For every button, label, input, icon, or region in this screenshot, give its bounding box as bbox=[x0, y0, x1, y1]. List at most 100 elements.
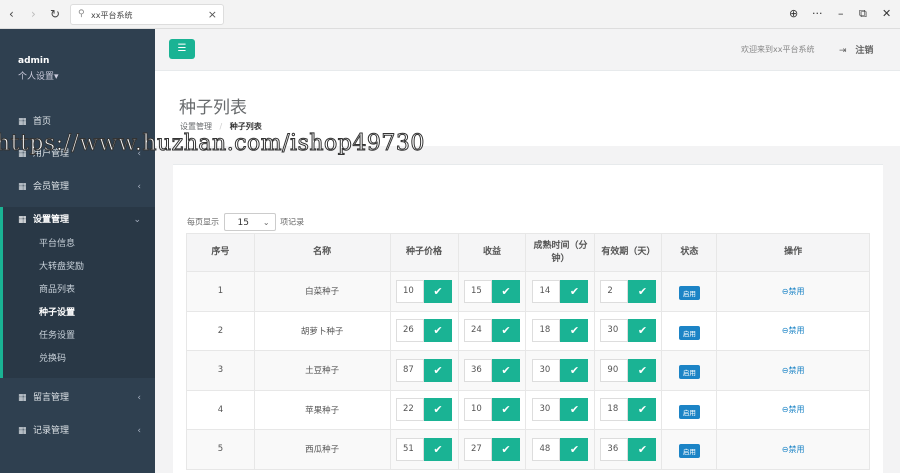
menu-item-settings[interactable]: ▦ 设置管理 ⌄ bbox=[0, 207, 155, 233]
confirm-check-button[interactable]: ✔ bbox=[491, 319, 520, 343]
table-cell: 30 ✔ bbox=[594, 310, 663, 351]
table-cell: 14 ✔ bbox=[525, 271, 596, 312]
confirm-check-button[interactable]: ✔ bbox=[628, 398, 657, 422]
valid-input[interactable]: 90 bbox=[600, 358, 629, 382]
status-badge: 启用 bbox=[678, 286, 700, 301]
valid-input[interactable]: 30 bbox=[600, 319, 629, 343]
valid-input-group: 36 ✔ bbox=[600, 437, 657, 461]
top-navbar: ☰ 欢迎来到xx平台系统 ⇥ 注销 bbox=[155, 29, 900, 71]
menu-item-messages[interactable]: ▦ 留言管理 ‹ bbox=[0, 387, 155, 409]
disable-button[interactable]: ⊖禁用 bbox=[782, 405, 805, 414]
confirm-check-button[interactable]: ✔ bbox=[560, 358, 589, 382]
user-settings-dropdown[interactable]: 个人设置▾ bbox=[18, 69, 59, 82]
confirm-check-button[interactable]: ✔ bbox=[560, 398, 589, 422]
confirm-check-button[interactable]: ✔ bbox=[424, 358, 453, 382]
menu-item-members[interactable]: ▦ 会员管理 ‹ bbox=[0, 176, 155, 198]
menu-item-records[interactable]: ▦ 记录管理 ‹ bbox=[0, 420, 155, 442]
table-cell: 22 ✔ bbox=[389, 389, 459, 430]
confirm-check-button[interactable]: ✔ bbox=[560, 279, 589, 303]
mature-input[interactable]: 30 bbox=[532, 358, 561, 382]
restore-button[interactable]: ⧉ bbox=[859, 7, 867, 21]
breadcrumb-parent[interactable]: 设置管理 bbox=[180, 122, 212, 131]
chevron-left-icon: ‹ bbox=[137, 149, 141, 159]
confirm-check-button[interactable]: ✔ bbox=[491, 398, 520, 422]
back-button[interactable]: ‹ bbox=[9, 7, 14, 21]
submenu-products[interactable]: 商品列表 bbox=[0, 279, 155, 302]
disable-button[interactable]: ⊖禁用 bbox=[782, 445, 805, 454]
income-input[interactable]: 36 bbox=[463, 358, 492, 382]
confirm-check-button[interactable]: ✔ bbox=[424, 279, 453, 303]
minimize-button[interactable]: – bbox=[838, 7, 844, 21]
submenu-label: 商品列表 bbox=[39, 285, 76, 295]
column-header[interactable]: 操作 bbox=[716, 233, 870, 272]
reload-button[interactable]: ↻ bbox=[50, 7, 60, 21]
confirm-check-button[interactable]: ✔ bbox=[560, 437, 589, 461]
disable-button[interactable]: ⊖禁用 bbox=[782, 366, 805, 375]
submenu-wheel-rewards[interactable]: 大转盘奖励 bbox=[0, 256, 155, 279]
column-header[interactable]: 收益 bbox=[457, 233, 527, 272]
column-header[interactable]: 成熟时间（分钟） bbox=[525, 233, 596, 272]
mature-input[interactable]: 48 bbox=[532, 437, 561, 461]
menu-item-home[interactable]: ▦ 首页 bbox=[0, 111, 155, 133]
page-heading: 种子列表 设置管理 / 种子列表 bbox=[155, 71, 900, 146]
mature-input[interactable]: 18 bbox=[532, 319, 561, 343]
grid-icon: ▦ bbox=[18, 426, 27, 436]
row-id: 3 bbox=[217, 365, 224, 376]
price-input[interactable]: 22 bbox=[396, 398, 425, 422]
mature-input[interactable]: 14 bbox=[532, 279, 561, 303]
window-close-button[interactable]: ✕ bbox=[882, 7, 891, 21]
logout-link[interactable]: ⇥ 注销 bbox=[839, 43, 873, 56]
column-header[interactable]: 状态 bbox=[661, 233, 718, 272]
address-bar[interactable]: ⚲ xx平台系统 × bbox=[70, 4, 224, 25]
income-input[interactable]: 24 bbox=[463, 319, 492, 343]
chevron-down-icon: ⌄ bbox=[262, 218, 270, 227]
confirm-check-button[interactable]: ✔ bbox=[560, 319, 589, 343]
column-header[interactable]: 种子价格 bbox=[389, 233, 459, 272]
price-input[interactable]: 10 bbox=[396, 279, 425, 303]
mature-input[interactable]: 30 bbox=[532, 398, 561, 422]
price-input[interactable]: 26 bbox=[396, 319, 425, 343]
menu-item-users[interactable]: ▦ 用户管理 ‹ bbox=[0, 143, 155, 165]
hamburger-button[interactable]: ☰ bbox=[169, 39, 195, 59]
table-cell: ⊖禁用 bbox=[716, 389, 870, 430]
table-card: 每页显示 15 ⌄ 项记录 序号 名称 种子价格 收益 成熟时间（分钟） 有效期… bbox=[173, 164, 883, 473]
confirm-check-button[interactable]: ✔ bbox=[424, 398, 453, 422]
submenu-redeem-code[interactable]: 兑换码 bbox=[0, 348, 155, 378]
more-icon[interactable]: ··· bbox=[812, 7, 823, 21]
submenu-platform-info[interactable]: 平台信息 bbox=[0, 233, 155, 256]
breadcrumb-current: 种子列表 bbox=[229, 122, 262, 131]
confirm-check-button[interactable]: ✔ bbox=[424, 437, 453, 461]
close-tab-icon[interactable]: × bbox=[208, 8, 217, 21]
row-id: 1 bbox=[217, 286, 224, 297]
column-header[interactable]: 序号 bbox=[186, 233, 255, 272]
globe-icon[interactable]: ⊕ bbox=[789, 7, 798, 21]
confirm-check-button[interactable]: ✔ bbox=[424, 319, 453, 343]
valid-input[interactable]: 36 bbox=[600, 437, 629, 461]
income-input-group: 15 ✔ bbox=[463, 279, 520, 303]
confirm-check-button[interactable]: ✔ bbox=[628, 319, 657, 343]
logout-label: 注销 bbox=[855, 46, 874, 56]
disable-button[interactable]: ⊖禁用 bbox=[782, 326, 805, 335]
confirm-check-button[interactable]: ✔ bbox=[491, 437, 520, 461]
submenu-task-settings[interactable]: 任务设置 bbox=[0, 325, 155, 348]
income-input[interactable]: 10 bbox=[463, 398, 492, 422]
table-cell: 西瓜种子 bbox=[253, 429, 391, 470]
disable-button[interactable]: ⊖禁用 bbox=[782, 287, 805, 296]
forward-button[interactable]: › bbox=[31, 7, 36, 21]
price-input[interactable]: 87 bbox=[396, 358, 425, 382]
confirm-check-button[interactable]: ✔ bbox=[491, 358, 520, 382]
price-input[interactable]: 51 bbox=[396, 437, 425, 461]
column-header[interactable]: 有效期（天） bbox=[594, 233, 663, 272]
income-input[interactable]: 27 bbox=[463, 437, 492, 461]
valid-input[interactable]: 2 bbox=[600, 279, 629, 303]
confirm-check-button[interactable]: ✔ bbox=[628, 437, 657, 461]
valid-input[interactable]: 18 bbox=[600, 398, 629, 422]
valid-input-group: 2 ✔ bbox=[600, 279, 657, 303]
column-header[interactable]: 名称 bbox=[253, 233, 391, 272]
confirm-check-button[interactable]: ✔ bbox=[491, 279, 520, 303]
per-page-select[interactable]: 15 ⌄ bbox=[223, 213, 276, 231]
income-input[interactable]: 15 bbox=[463, 279, 492, 303]
confirm-check-button[interactable]: ✔ bbox=[628, 279, 657, 303]
submenu-seed-settings[interactable]: 种子设置 bbox=[0, 302, 155, 325]
confirm-check-button[interactable]: ✔ bbox=[628, 358, 657, 382]
